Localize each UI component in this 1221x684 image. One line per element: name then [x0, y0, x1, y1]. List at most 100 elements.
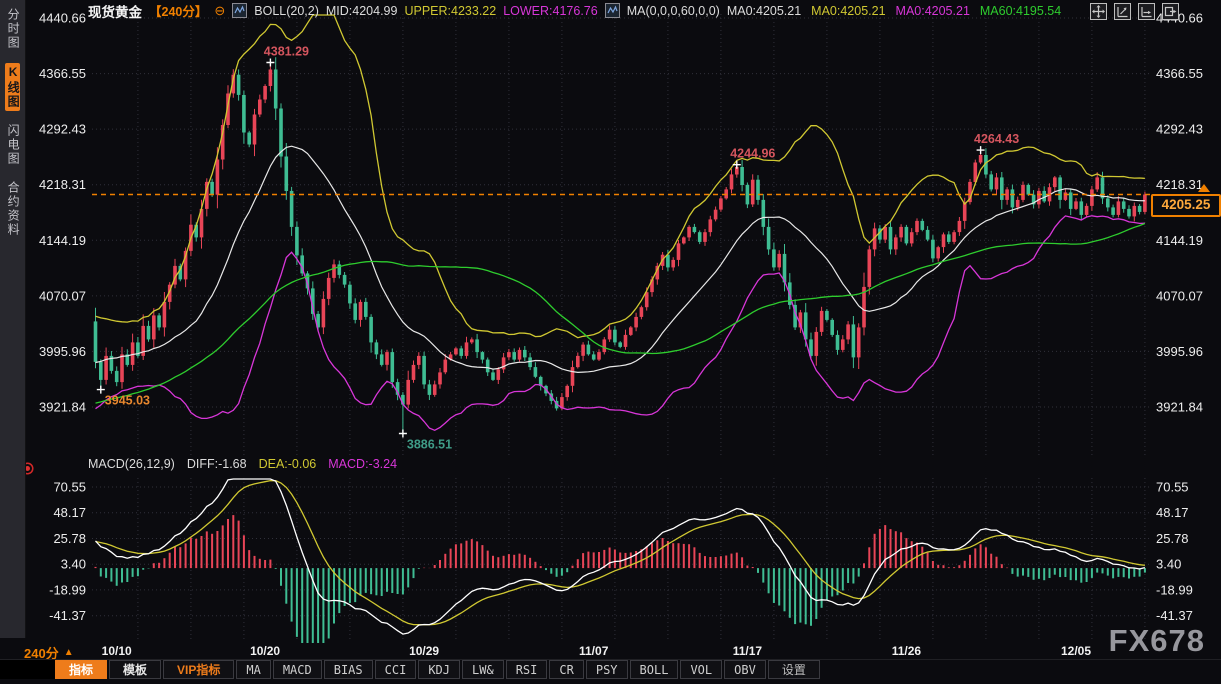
- sidebar: 分时图 K线图闪电图合约资料: [0, 0, 26, 638]
- svg-text:4292.43: 4292.43: [1156, 122, 1203, 137]
- collapse-icon[interactable]: ⊖: [214, 3, 225, 19]
- svg-text:4070.07: 4070.07: [1156, 288, 1203, 303]
- price-annotation: 4244.96: [730, 147, 775, 161]
- sidebar-item-合约资料[interactable]: 合约资料: [5, 179, 20, 239]
- toolbar-item-OBV[interactable]: OBV: [724, 660, 766, 679]
- extreme-cross-marker: [733, 161, 741, 169]
- svg-text:-41.37: -41.37: [49, 608, 86, 623]
- toolbar-item-模板[interactable]: 模板: [109, 660, 161, 679]
- boll-mid-line: [96, 146, 1145, 372]
- svg-text:3921.84: 3921.84: [1156, 400, 1203, 415]
- instrument-title: 现货黄金: [88, 1, 142, 21]
- price-annotation: 4264.43: [974, 132, 1019, 146]
- ma-value: MA0:4205.21: [811, 4, 885, 18]
- price-annotation: 3886.51: [407, 438, 452, 452]
- svg-text:4366.55: 4366.55: [1156, 66, 1203, 81]
- extreme-cross-marker: [266, 59, 274, 67]
- price-annotation: 4381.29: [264, 45, 309, 59]
- extreme-cross-marker: [97, 386, 105, 394]
- toolbar-item-VOL[interactable]: VOL: [680, 660, 722, 679]
- svg-text:48.17: 48.17: [53, 505, 86, 520]
- svg-text:-18.99: -18.99: [1156, 582, 1193, 597]
- candles: [94, 57, 1147, 433]
- ma-value: MA0:4205.21: [727, 4, 801, 18]
- svg-text:12/05: 12/05: [1061, 644, 1091, 658]
- ma-label: MA(0,0,0,60,0,0): [627, 4, 720, 18]
- svg-text:25.78: 25.78: [1156, 531, 1189, 546]
- svg-text:3995.96: 3995.96: [1156, 344, 1203, 359]
- ma60-line: [96, 224, 1145, 404]
- boll-indicator-icon[interactable]: [232, 3, 247, 18]
- svg-text:-18.99: -18.99: [49, 582, 86, 597]
- macd-diff-value: DIFF:-1.68: [187, 457, 247, 471]
- svg-text:10/20: 10/20: [250, 644, 280, 658]
- ma-values: MA0:4205.21MA0:4205.21MA0:4205.21MA60:41…: [727, 4, 1061, 18]
- sidebar-item-分时图[interactable]: 分时图: [5, 6, 20, 52]
- scale-vertical-icon[interactable]: [1114, 3, 1131, 20]
- chart-svg: 4440.664440.664366.554366.554292.434292.…: [0, 0, 1221, 679]
- macd-histogram: [96, 515, 1145, 643]
- boll-upper-value: UPPER:4233.22: [404, 4, 496, 18]
- crosshair-move-icon[interactable]: [1090, 3, 1107, 20]
- sidebar-item-闪电图[interactable]: 闪电图: [5, 122, 20, 168]
- macd-header: MACD(26,12,9) DIFF:-1.68 DEA:-0.06 MACD:…: [88, 457, 397, 471]
- svg-text:4144.19: 4144.19: [1156, 233, 1203, 248]
- toolbar-item-BOLL[interactable]: BOLL: [630, 660, 679, 679]
- toolbar-item-BIAS[interactable]: BIAS: [324, 660, 373, 679]
- toolbar-item-设置[interactable]: 设置: [768, 660, 820, 679]
- svg-text:11/17: 11/17: [733, 644, 763, 658]
- svg-text:4440.66: 4440.66: [39, 11, 86, 26]
- svg-text:3.40: 3.40: [61, 557, 86, 572]
- svg-text:3.40: 3.40: [1156, 557, 1181, 572]
- toolbar-item-VIP指标[interactable]: VIP指标: [163, 660, 234, 679]
- svg-text:4292.43: 4292.43: [39, 122, 86, 137]
- current-price-tag: 4205.25: [1151, 194, 1221, 217]
- extreme-cross-marker: [977, 146, 985, 154]
- sidebar-item-K线图[interactable]: K线图: [5, 63, 20, 111]
- toolbar-item-RSI[interactable]: RSI: [506, 660, 548, 679]
- ma-indicator-icon[interactable]: [605, 3, 620, 18]
- toolbar-item-CCI[interactable]: CCI: [375, 660, 417, 679]
- macd-label: MACD(26,12,9): [88, 457, 175, 471]
- macd-dea-value: DEA:-0.06: [259, 457, 317, 471]
- svg-text:10/10: 10/10: [102, 644, 132, 658]
- chart-header: 现货黄金 【240分】 ⊖ BOLL(20,2) MID:4204.99 UPP…: [88, 2, 1061, 19]
- toolbar-item-MACD[interactable]: MACD: [273, 660, 322, 679]
- macd-macd-value: MACD:-3.24: [328, 457, 397, 471]
- toolbar-item-指标[interactable]: 指标: [55, 660, 107, 679]
- svg-text:70.55: 70.55: [53, 480, 86, 495]
- toolbar-item-MA[interactable]: MA: [236, 660, 270, 679]
- toolbar-item-CR[interactable]: CR: [549, 660, 583, 679]
- svg-text:4218.31: 4218.31: [1156, 177, 1203, 192]
- toolbar-item-PSY[interactable]: PSY: [586, 660, 628, 679]
- svg-text:4144.19: 4144.19: [39, 233, 86, 248]
- svg-text:3995.96: 3995.96: [39, 344, 86, 359]
- svg-text:4218.31: 4218.31: [39, 177, 86, 192]
- ma-value: MA0:4205.21: [896, 4, 970, 18]
- chart-canvas[interactable]: 4440.664440.664366.554366.554292.434292.…: [0, 0, 1221, 679]
- extreme-cross-marker: [399, 430, 407, 438]
- boll-lower-value: LOWER:4176.76: [503, 4, 598, 18]
- svg-text:4070.07: 4070.07: [39, 288, 86, 303]
- boll-mid-value: MID:4204.99: [326, 4, 398, 18]
- boll-label: BOLL(20,2): [254, 4, 319, 18]
- price-annotation: 3945.03: [105, 394, 150, 408]
- scale-horizontal-icon[interactable]: [1138, 3, 1155, 20]
- watermark: FX678: [1109, 623, 1205, 659]
- svg-text:10/29: 10/29: [409, 644, 439, 658]
- period-tag: 【240分】: [149, 1, 207, 20]
- svg-text:70.55: 70.55: [1156, 480, 1189, 495]
- svg-text:11/26: 11/26: [892, 644, 922, 658]
- boll-upper-line: [96, 15, 1145, 338]
- pane-expand-icon[interactable]: [1162, 3, 1179, 20]
- toolbar-item-LW&[interactable]: LW&: [462, 660, 504, 679]
- period-dropdown-icon: ▲: [64, 647, 74, 658]
- svg-text:4366.55: 4366.55: [39, 66, 86, 81]
- window-controls: [1090, 3, 1179, 20]
- toolbar-spacer: [0, 660, 55, 679]
- svg-text:11/07: 11/07: [579, 644, 609, 658]
- svg-text:-41.37: -41.37: [1156, 608, 1193, 623]
- toolbar-item-KDJ[interactable]: KDJ: [418, 660, 460, 679]
- svg-text:48.17: 48.17: [1156, 505, 1189, 520]
- indicator-toolbar: 指标模板VIP指标MAMACDBIASCCIKDJLW&RSICRPSYBOLL…: [0, 659, 1221, 679]
